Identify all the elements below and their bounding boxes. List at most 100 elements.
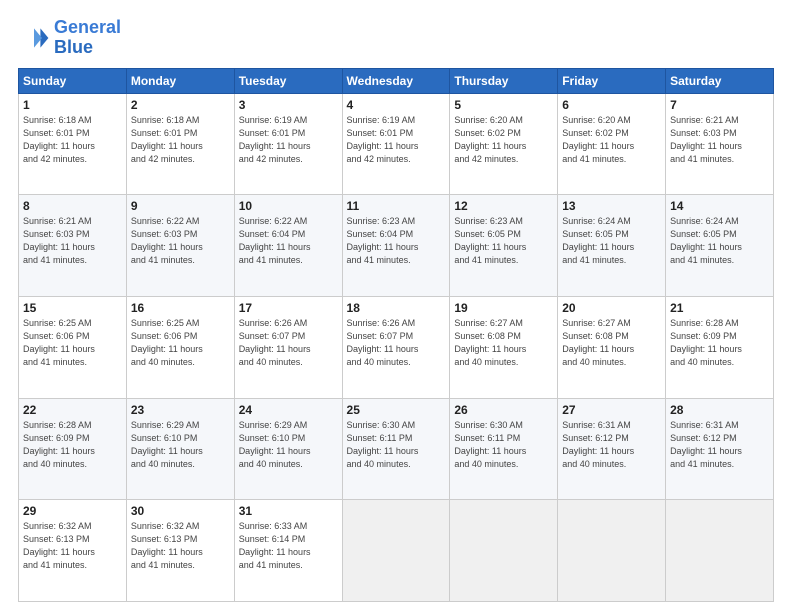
weekday-header-saturday: Saturday xyxy=(666,68,774,93)
day-number: 7 xyxy=(670,98,769,112)
day-number: 5 xyxy=(454,98,553,112)
day-info: Sunrise: 6:31 AM Sunset: 6:12 PM Dayligh… xyxy=(562,419,661,471)
day-info: Sunrise: 6:28 AM Sunset: 6:09 PM Dayligh… xyxy=(23,419,122,471)
day-info: Sunrise: 6:22 AM Sunset: 6:03 PM Dayligh… xyxy=(131,215,230,267)
day-number: 19 xyxy=(454,301,553,315)
day-info: Sunrise: 6:23 AM Sunset: 6:05 PM Dayligh… xyxy=(454,215,553,267)
logo: General Blue xyxy=(18,18,121,58)
day-info: Sunrise: 6:32 AM Sunset: 6:13 PM Dayligh… xyxy=(23,520,122,572)
day-info: Sunrise: 6:24 AM Sunset: 6:05 PM Dayligh… xyxy=(562,215,661,267)
day-number: 20 xyxy=(562,301,661,315)
calendar-cell: 30 Sunrise: 6:32 AM Sunset: 6:13 PM Dayli… xyxy=(126,500,234,602)
day-info: Sunrise: 6:21 AM Sunset: 6:03 PM Dayligh… xyxy=(23,215,122,267)
day-info: Sunrise: 6:19 AM Sunset: 6:01 PM Dayligh… xyxy=(239,114,338,166)
weekday-header-wednesday: Wednesday xyxy=(342,68,450,93)
day-number: 8 xyxy=(23,199,122,213)
calendar-cell xyxy=(342,500,450,602)
weekday-header-sunday: Sunday xyxy=(19,68,127,93)
day-number: 30 xyxy=(131,504,230,518)
calendar-cell: 22 Sunrise: 6:28 AM Sunset: 6:09 PM Dayli… xyxy=(19,398,127,500)
calendar-cell: 25 Sunrise: 6:30 AM Sunset: 6:11 PM Dayli… xyxy=(342,398,450,500)
day-number: 21 xyxy=(670,301,769,315)
day-info: Sunrise: 6:33 AM Sunset: 6:14 PM Dayligh… xyxy=(239,520,338,572)
calendar-cell: 24 Sunrise: 6:29 AM Sunset: 6:10 PM Dayli… xyxy=(234,398,342,500)
day-info: Sunrise: 6:28 AM Sunset: 6:09 PM Dayligh… xyxy=(670,317,769,369)
calendar-week-3: 15 Sunrise: 6:25 AM Sunset: 6:06 PM Dayli… xyxy=(19,296,774,398)
calendar-week-5: 29 Sunrise: 6:32 AM Sunset: 6:13 PM Dayli… xyxy=(19,500,774,602)
calendar-cell: 5 Sunrise: 6:20 AM Sunset: 6:02 PM Daylig… xyxy=(450,93,558,195)
day-info: Sunrise: 6:20 AM Sunset: 6:02 PM Dayligh… xyxy=(454,114,553,166)
day-number: 17 xyxy=(239,301,338,315)
logo-icon xyxy=(18,22,50,54)
day-info: Sunrise: 6:31 AM Sunset: 6:12 PM Dayligh… xyxy=(670,419,769,471)
weekday-header-tuesday: Tuesday xyxy=(234,68,342,93)
day-number: 22 xyxy=(23,403,122,417)
calendar-cell: 19Sunrise: 6:27 AM Sunset: 6:08 PM Dayli… xyxy=(450,296,558,398)
calendar-cell: 18 Sunrise: 6:26 AM Sunset: 6:07 PM Dayli… xyxy=(342,296,450,398)
day-info: Sunrise: 6:24 AM Sunset: 6:05 PM Dayligh… xyxy=(670,215,769,267)
day-number: 16 xyxy=(131,301,230,315)
header: General Blue xyxy=(18,18,774,58)
day-number: 3 xyxy=(239,98,338,112)
calendar-cell: 8 Sunrise: 6:21 AM Sunset: 6:03 PM Daylig… xyxy=(19,195,127,297)
page: General Blue SundayMondayTuesdayWednesda… xyxy=(0,0,792,612)
day-number: 24 xyxy=(239,403,338,417)
day-info: Sunrise: 6:32 AM Sunset: 6:13 PM Dayligh… xyxy=(131,520,230,572)
day-number: 14 xyxy=(670,199,769,213)
calendar-cell: 13 Sunrise: 6:24 AM Sunset: 6:05 PM Dayli… xyxy=(558,195,666,297)
calendar-cell: 16Sunrise: 6:25 AM Sunset: 6:06 PM Dayli… xyxy=(126,296,234,398)
day-info: Sunrise: 6:18 AM Sunset: 6:01 PM Dayligh… xyxy=(131,114,230,166)
calendar-week-2: 8 Sunrise: 6:21 AM Sunset: 6:03 PM Daylig… xyxy=(19,195,774,297)
calendar-cell: 12Sunrise: 6:23 AM Sunset: 6:05 PM Dayli… xyxy=(450,195,558,297)
calendar-cell: 21 Sunrise: 6:28 AM Sunset: 6:09 PM Dayli… xyxy=(666,296,774,398)
day-number: 15 xyxy=(23,301,122,315)
calendar-cell: 10Sunrise: 6:22 AM Sunset: 6:04 PM Dayli… xyxy=(234,195,342,297)
day-info: Sunrise: 6:23 AM Sunset: 6:04 PM Dayligh… xyxy=(347,215,446,267)
day-info: Sunrise: 6:26 AM Sunset: 6:07 PM Dayligh… xyxy=(239,317,338,369)
day-info: Sunrise: 6:27 AM Sunset: 6:08 PM Dayligh… xyxy=(562,317,661,369)
day-number: 29 xyxy=(23,504,122,518)
calendar-cell: 15 Sunrise: 6:25 AM Sunset: 6:06 PM Dayli… xyxy=(19,296,127,398)
calendar-cell xyxy=(558,500,666,602)
day-number: 2 xyxy=(131,98,230,112)
logo-text: General Blue xyxy=(54,18,121,58)
day-info: Sunrise: 6:26 AM Sunset: 6:07 PM Dayligh… xyxy=(347,317,446,369)
calendar-cell: 23Sunrise: 6:29 AM Sunset: 6:10 PM Dayli… xyxy=(126,398,234,500)
day-number: 25 xyxy=(347,403,446,417)
day-number: 13 xyxy=(562,199,661,213)
calendar-cell: 11Sunrise: 6:23 AM Sunset: 6:04 PM Dayli… xyxy=(342,195,450,297)
day-info: Sunrise: 6:30 AM Sunset: 6:11 PM Dayligh… xyxy=(454,419,553,471)
day-number: 18 xyxy=(347,301,446,315)
day-info: Sunrise: 6:29 AM Sunset: 6:10 PM Dayligh… xyxy=(239,419,338,471)
calendar-cell: 29 Sunrise: 6:32 AM Sunset: 6:13 PM Dayli… xyxy=(19,500,127,602)
calendar-cell: 20 Sunrise: 6:27 AM Sunset: 6:08 PM Dayli… xyxy=(558,296,666,398)
calendar-cell xyxy=(666,500,774,602)
day-number: 6 xyxy=(562,98,661,112)
calendar-week-1: 1Sunrise: 6:18 AM Sunset: 6:01 PM Daylig… xyxy=(19,93,774,195)
day-number: 26 xyxy=(454,403,553,417)
day-info: Sunrise: 6:30 AM Sunset: 6:11 PM Dayligh… xyxy=(347,419,446,471)
calendar-cell: 2 Sunrise: 6:18 AM Sunset: 6:01 PM Daylig… xyxy=(126,93,234,195)
day-number: 4 xyxy=(347,98,446,112)
day-info: Sunrise: 6:19 AM Sunset: 6:01 PM Dayligh… xyxy=(347,114,446,166)
day-info: Sunrise: 6:25 AM Sunset: 6:06 PM Dayligh… xyxy=(23,317,122,369)
weekday-header-friday: Friday xyxy=(558,68,666,93)
calendar-cell: 7Sunrise: 6:21 AM Sunset: 6:03 PM Daylig… xyxy=(666,93,774,195)
day-number: 10 xyxy=(239,199,338,213)
calendar-table: SundayMondayTuesdayWednesdayThursdayFrid… xyxy=(18,68,774,602)
calendar-cell xyxy=(450,500,558,602)
day-info: Sunrise: 6:29 AM Sunset: 6:10 PM Dayligh… xyxy=(131,419,230,471)
day-number: 9 xyxy=(131,199,230,213)
calendar-cell: 17 Sunrise: 6:26 AM Sunset: 6:07 PM Dayli… xyxy=(234,296,342,398)
calendar-cell: 4 Sunrise: 6:19 AM Sunset: 6:01 PM Daylig… xyxy=(342,93,450,195)
calendar-cell: 28Sunrise: 6:31 AM Sunset: 6:12 PM Dayli… xyxy=(666,398,774,500)
calendar-cell: 6 Sunrise: 6:20 AM Sunset: 6:02 PM Daylig… xyxy=(558,93,666,195)
calendar-cell: 9 Sunrise: 6:22 AM Sunset: 6:03 PM Daylig… xyxy=(126,195,234,297)
calendar-cell: 26 Sunrise: 6:30 AM Sunset: 6:11 PM Dayli… xyxy=(450,398,558,500)
day-info: Sunrise: 6:18 AM Sunset: 6:01 PM Dayligh… xyxy=(23,114,122,166)
calendar-header-row: SundayMondayTuesdayWednesdayThursdayFrid… xyxy=(19,68,774,93)
calendar-week-4: 22 Sunrise: 6:28 AM Sunset: 6:09 PM Dayli… xyxy=(19,398,774,500)
day-info: Sunrise: 6:20 AM Sunset: 6:02 PM Dayligh… xyxy=(562,114,661,166)
weekday-header-thursday: Thursday xyxy=(450,68,558,93)
weekday-header-monday: Monday xyxy=(126,68,234,93)
